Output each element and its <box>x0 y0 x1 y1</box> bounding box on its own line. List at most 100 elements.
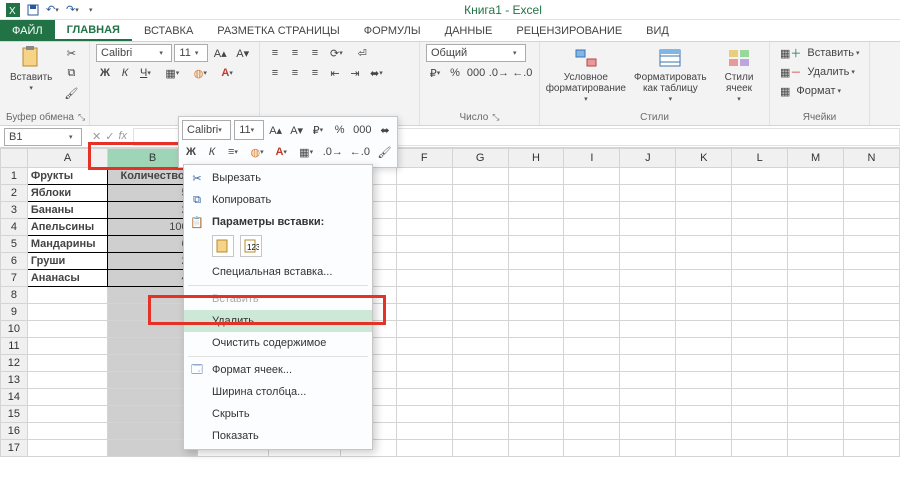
percent-icon[interactable]: % <box>446 64 464 82</box>
tab-data[interactable]: ДАННЫЕ <box>433 20 505 41</box>
cell[interactable] <box>508 321 564 338</box>
cell[interactable] <box>732 338 788 355</box>
cell[interactable] <box>27 338 108 355</box>
row-header-3[interactable]: 3 <box>1 202 28 219</box>
cell[interactable] <box>452 202 508 219</box>
cell[interactable] <box>564 236 620 253</box>
row-header-7[interactable]: 7 <box>1 270 28 287</box>
cell[interactable]: Мандарины <box>27 236 108 253</box>
cell[interactable] <box>844 236 900 253</box>
cell[interactable] <box>620 304 676 321</box>
cell[interactable] <box>396 185 452 202</box>
font-color-button[interactable]: A▾ <box>217 64 241 82</box>
dialog-launcher-icon[interactable]: ⤡ <box>488 112 499 122</box>
cell[interactable] <box>732 304 788 321</box>
name-box[interactable]: B1▾ <box>4 128 82 146</box>
mini-currency-icon[interactable]: ₽▾ <box>309 120 328 140</box>
cell[interactable] <box>676 321 732 338</box>
cut-icon[interactable]: ✂ <box>60 44 82 62</box>
cell[interactable] <box>844 389 900 406</box>
row-header-1[interactable]: 1 <box>1 168 28 185</box>
indent-inc-icon[interactable]: ⇥ <box>346 64 364 82</box>
cell[interactable] <box>27 321 108 338</box>
cell[interactable] <box>620 253 676 270</box>
cell[interactable] <box>676 355 732 372</box>
cell[interactable] <box>452 304 508 321</box>
ctx-format-cells[interactable]: 🗔Формат ячеек... <box>184 359 372 381</box>
cell[interactable] <box>620 219 676 236</box>
row-header-9[interactable]: 9 <box>1 304 28 321</box>
cell[interactable] <box>452 168 508 185</box>
col-header-K[interactable]: K <box>676 149 732 168</box>
copy-icon[interactable]: ⧉ <box>60 64 82 82</box>
font-size-combo[interactable]: 11▾ <box>174 44 207 62</box>
cell[interactable] <box>676 202 732 219</box>
cell[interactable] <box>676 338 732 355</box>
cell[interactable] <box>788 389 844 406</box>
mini-font-combo[interactable]: Calibri▾ <box>182 120 231 140</box>
mini-inc-decimal-icon[interactable]: .0→ <box>321 142 345 162</box>
cell[interactable] <box>620 423 676 440</box>
cell[interactable] <box>396 423 452 440</box>
cell[interactable] <box>732 219 788 236</box>
dialog-launcher-icon[interactable]: ⤡ <box>74 112 85 122</box>
cell-styles-button[interactable]: Стили ячеек▾ <box>715 44 763 111</box>
col-header-J[interactable]: J <box>620 149 676 168</box>
cell[interactable] <box>564 423 620 440</box>
cell[interactable] <box>844 202 900 219</box>
col-header-G[interactable]: G <box>452 149 508 168</box>
cell[interactable] <box>732 168 788 185</box>
cell[interactable] <box>564 202 620 219</box>
col-header-M[interactable]: M <box>788 149 844 168</box>
tab-review[interactable]: РЕЦЕНЗИРОВАНИЕ <box>504 20 634 41</box>
ctx-hide[interactable]: Скрыть <box>184 403 372 425</box>
mini-font-color-icon[interactable]: A▾ <box>271 142 292 162</box>
currency-icon[interactable]: ₽▾ <box>426 64 444 82</box>
cell[interactable] <box>564 168 620 185</box>
tab-view[interactable]: ВИД <box>634 20 681 41</box>
bold-button[interactable]: Ж <box>96 64 114 82</box>
wrap-text-icon[interactable]: ⏎ <box>353 44 371 62</box>
cell[interactable] <box>508 440 564 457</box>
cell[interactable] <box>620 168 676 185</box>
conditional-formatting-button[interactable]: Условное форматирование▾ <box>546 44 626 111</box>
col-header-A[interactable]: A <box>27 149 108 168</box>
tab-file[interactable]: ФАЙЛ <box>0 20 55 41</box>
cell[interactable] <box>788 372 844 389</box>
italic-button[interactable]: К <box>116 64 134 82</box>
mini-format-painter-icon[interactable]: 🖌 <box>375 142 394 162</box>
cell[interactable] <box>676 236 732 253</box>
cell[interactable] <box>508 389 564 406</box>
cell[interactable] <box>564 372 620 389</box>
cell[interactable] <box>564 219 620 236</box>
row-header-8[interactable]: 8 <box>1 287 28 304</box>
cell[interactable] <box>620 440 676 457</box>
row-header-12[interactable]: 12 <box>1 355 28 372</box>
mini-comma-icon[interactable]: 000 <box>352 120 373 140</box>
underline-button[interactable]: Ч▾ <box>136 64 159 82</box>
cell[interactable] <box>396 321 452 338</box>
align-middle-icon[interactable]: ≡ <box>286 44 304 62</box>
cell[interactable] <box>452 389 508 406</box>
cell[interactable] <box>620 270 676 287</box>
cell[interactable] <box>508 372 564 389</box>
cell[interactable] <box>452 219 508 236</box>
cell[interactable] <box>564 389 620 406</box>
cell[interactable] <box>844 253 900 270</box>
cell[interactable] <box>788 355 844 372</box>
cell[interactable] <box>396 168 452 185</box>
paste-option-all[interactable] <box>212 235 234 257</box>
cell[interactable] <box>844 338 900 355</box>
col-header-H[interactable]: H <box>508 149 564 168</box>
cell[interactable] <box>564 253 620 270</box>
cell[interactable] <box>508 406 564 423</box>
cell[interactable] <box>396 440 452 457</box>
cell[interactable] <box>844 440 900 457</box>
cell[interactable] <box>27 287 108 304</box>
cell[interactable] <box>676 270 732 287</box>
cell[interactable] <box>452 355 508 372</box>
ctx-copy[interactable]: ⧉Копировать <box>184 189 372 211</box>
cell[interactable] <box>788 202 844 219</box>
row-header-14[interactable]: 14 <box>1 389 28 406</box>
mini-bold-button[interactable]: Ж <box>182 142 200 162</box>
